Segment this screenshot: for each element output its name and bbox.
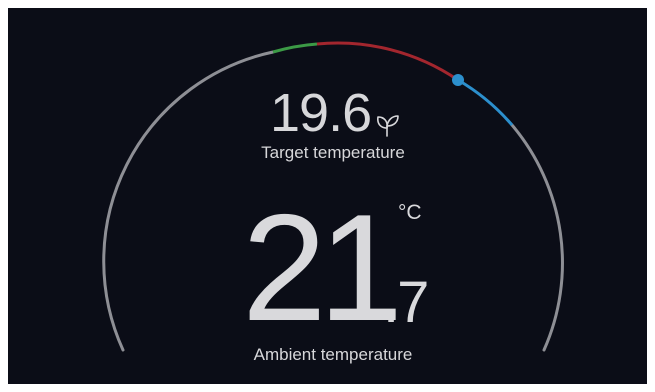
target-temperature-value: 19.6	[270, 83, 372, 143]
leaf-icon	[377, 115, 399, 137]
ambient-temperature-decimal: .7	[383, 270, 429, 335]
dial-cooling-arc	[457, 78, 514, 126]
target-temperature-label: Target temperature	[261, 143, 405, 162]
setpoint-handle[interactable]	[452, 74, 464, 86]
temperature-unit: °C	[398, 201, 422, 224]
ambient-temperature-integer: 21	[242, 183, 403, 353]
dial-comfort-arc	[272, 42, 318, 54]
thermostat-screen: 19.6 Target temperature 21 .7 °C Ambient…	[8, 8, 647, 384]
dial-track-right	[510, 123, 564, 352]
dial-heating-arc	[316, 41, 459, 82]
ambient-temperature-label: Ambient temperature	[253, 345, 413, 364]
